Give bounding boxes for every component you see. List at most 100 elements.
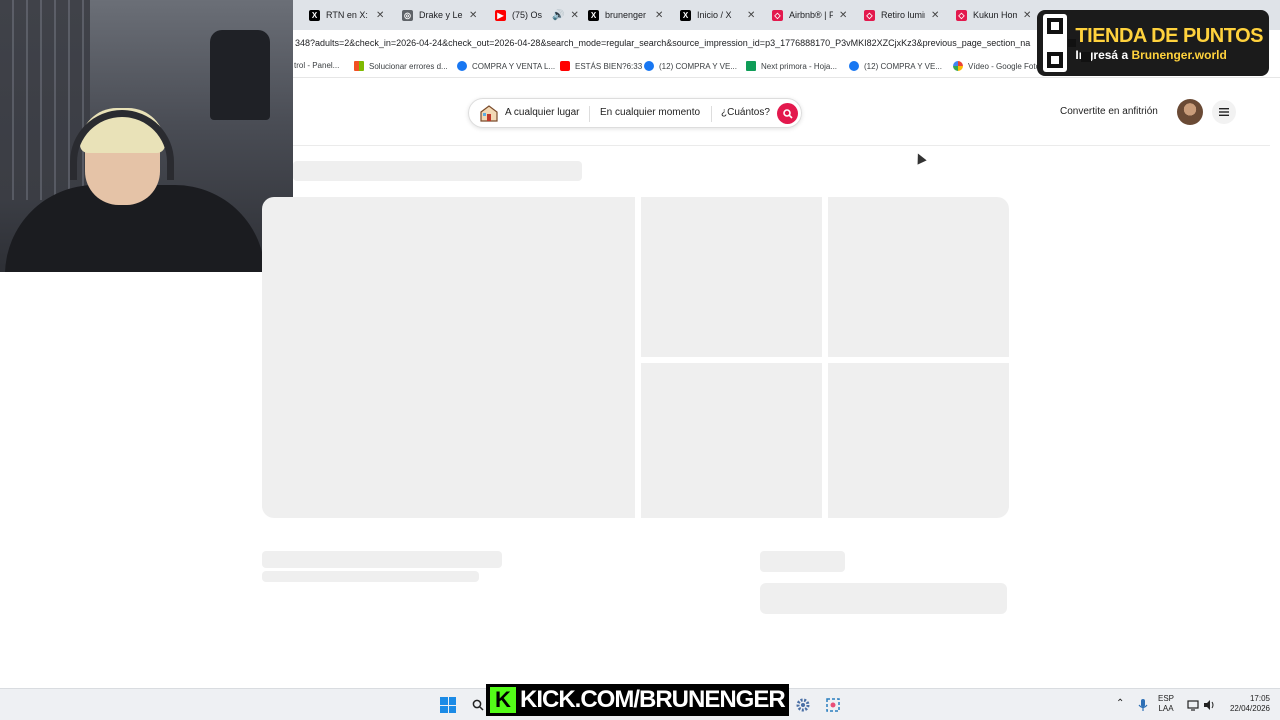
tab-label: (75) Osc [512, 10, 542, 20]
lang-code: ESP [1158, 694, 1175, 703]
text-skeleton [262, 571, 479, 582]
close-icon[interactable]: ✕ [931, 10, 939, 21]
windows-start-icon[interactable] [440, 697, 456, 713]
promo-site: Brunenger.world [1131, 47, 1227, 62]
browser-tab[interactable]: X brunenger ✕ [588, 4, 663, 26]
close-icon[interactable]: ✕ [747, 10, 755, 21]
microphone-icon[interactable] [1138, 698, 1148, 712]
webcam-overlay [0, 0, 293, 272]
close-icon[interactable]: ✕ [570, 10, 578, 21]
airbnb-icon: ◇ [864, 9, 875, 21]
kick-channel-text: KICK.COM/BRUNENGER [520, 686, 786, 713]
close-icon[interactable]: ✕ [1023, 10, 1031, 21]
airbnb-search-bar[interactable]: A cualquier lugar En cualquier momento ¿… [468, 98, 802, 128]
chevron-up-icon[interactable]: ⌃ [1116, 698, 1124, 709]
bookmark-item[interactable]: ESTÁS BIEN?6:33 [560, 61, 642, 71]
background-chair [210, 30, 270, 120]
settings-gear-icon[interactable] [795, 697, 811, 713]
promo-subtitle: Ingresá a Brunenger.world [1075, 48, 1263, 62]
snipping-tool-icon[interactable] [825, 697, 841, 713]
microsoft-icon [354, 61, 364, 71]
house-icon [480, 105, 498, 122]
photo-skeleton-main [262, 197, 635, 518]
facebook-icon [644, 61, 654, 71]
tab-label: Retiro lumin [881, 10, 925, 20]
photo-skeleton [641, 197, 822, 357]
bookmark-label: COMPRA Y VENTA L... [472, 61, 556, 71]
photo-skeleton [828, 363, 1009, 518]
speaker-icon[interactable]: 🔊 [552, 10, 564, 21]
bookmark-label: Next primora - Hoja... [761, 61, 838, 71]
globe-icon: ◎ [402, 9, 413, 21]
browser-tab[interactable]: X Inicio / X ✕ [680, 4, 755, 26]
clock[interactable]: 17:05 22/04/2026 [1224, 694, 1270, 714]
search-icon[interactable] [472, 699, 484, 711]
kick-logo-icon: K [490, 687, 516, 713]
header-divider [293, 145, 1270, 146]
clock-time: 17:05 [1249, 694, 1270, 703]
bookmark-item[interactable]: COMPRA Y VENTA L... [457, 61, 555, 71]
lang-layout: LAA [1158, 704, 1174, 713]
sheets-icon [746, 61, 756, 71]
search-where[interactable]: A cualquier lugar [505, 107, 580, 118]
bookmark-label: (12) COMPRA Y VE... [659, 61, 737, 71]
kick-channel-banner: K KICK.COM/BRUNENGER [486, 684, 789, 716]
x-icon: X [309, 9, 320, 21]
avatar[interactable] [1177, 99, 1203, 125]
browser-tab[interactable]: ◇ Kukun Hom ✕ [956, 4, 1031, 26]
tab-label: Inicio / X [697, 10, 732, 20]
bookmark-label: Solucionar errores d... [369, 61, 448, 71]
facebook-icon [457, 61, 467, 71]
browser-tab[interactable]: ◇ Retiro lumin ✕ [864, 4, 939, 26]
bookmark-label: ESTÁS BIEN?6:33 [575, 61, 643, 71]
button-skeleton [760, 583, 1007, 614]
bookmark-item[interactable]: Solucionar errores d... [354, 61, 448, 71]
search-icon [782, 108, 793, 119]
promo-title: TIENDA DE PUNTOS [1075, 24, 1263, 47]
become-host-link[interactable]: Convertite en anfitrión [1060, 106, 1158, 117]
bookmark-label: (12) COMPRA Y VE... [864, 61, 942, 71]
search-who[interactable]: ¿Cuántos? [721, 107, 770, 118]
close-icon[interactable]: ✕ [839, 10, 847, 21]
search-divider [589, 106, 590, 122]
browser-tab[interactable]: ◎ Drake y LeBr ✕ [402, 4, 477, 26]
youtube-icon: ▶ [495, 9, 506, 21]
browser-tab[interactable]: ◇ Airbnb® | P ✕ [772, 4, 847, 26]
search-button[interactable] [777, 103, 798, 124]
close-icon[interactable]: ✕ [655, 10, 663, 21]
tab-label: Airbnb® | P [789, 10, 833, 20]
menu-button[interactable] [1212, 100, 1236, 124]
search-divider [711, 106, 712, 122]
network-icon[interactable] [1187, 699, 1199, 711]
title-skeleton [293, 161, 582, 181]
search-when[interactable]: En cualquier momento [600, 107, 700, 118]
price-skeleton [760, 551, 845, 572]
points-store-promo: TIENDA DE PUNTOS Ingresá a Brunenger.wor… [1037, 10, 1269, 76]
bookmark-item[interactable]: Vídeo - Google Foto [953, 61, 1040, 71]
facebook-icon [849, 61, 859, 71]
close-icon[interactable]: ✕ [376, 10, 384, 21]
bookmark-label: Vídeo - Google Foto [968, 61, 1041, 71]
qr-code-icon [1043, 14, 1091, 72]
x-icon: X [680, 9, 691, 21]
bookmark-item[interactable]: trol - Panel... [294, 61, 339, 70]
volume-icon[interactable] [1203, 699, 1215, 711]
browser-tab[interactable]: ▶ (75) Osc 🔊 ✕ [495, 4, 579, 26]
input-language[interactable]: ESP LAA [1158, 694, 1174, 714]
bookmark-item[interactable]: (12) COMPRA Y VE... [849, 61, 942, 71]
bookmark-item[interactable]: Next primora - Hoja... [746, 61, 837, 71]
clock-date: 22/04/2026 [1229, 704, 1270, 713]
browser-tab[interactable]: X RTN en X: "T ✕ [309, 4, 384, 26]
bookmark-item[interactable]: (12) COMPRA Y VE... [644, 61, 737, 71]
photo-skeleton [828, 197, 1009, 357]
airbnb-icon: ◇ [956, 9, 967, 21]
address-url: 348?adults=2&check_in=2026-04-24&check_o… [295, 38, 1031, 48]
x-icon: X [588, 9, 599, 21]
photo-skeleton [641, 363, 822, 518]
tab-label: Drake y LeBr [419, 10, 463, 20]
airbnb-icon: ◇ [772, 9, 783, 21]
hamburger-icon [1219, 108, 1229, 116]
bookmark-label: trol - Panel... [294, 61, 340, 70]
close-icon[interactable]: ✕ [469, 10, 477, 21]
tab-label: brunenger [605, 10, 647, 20]
